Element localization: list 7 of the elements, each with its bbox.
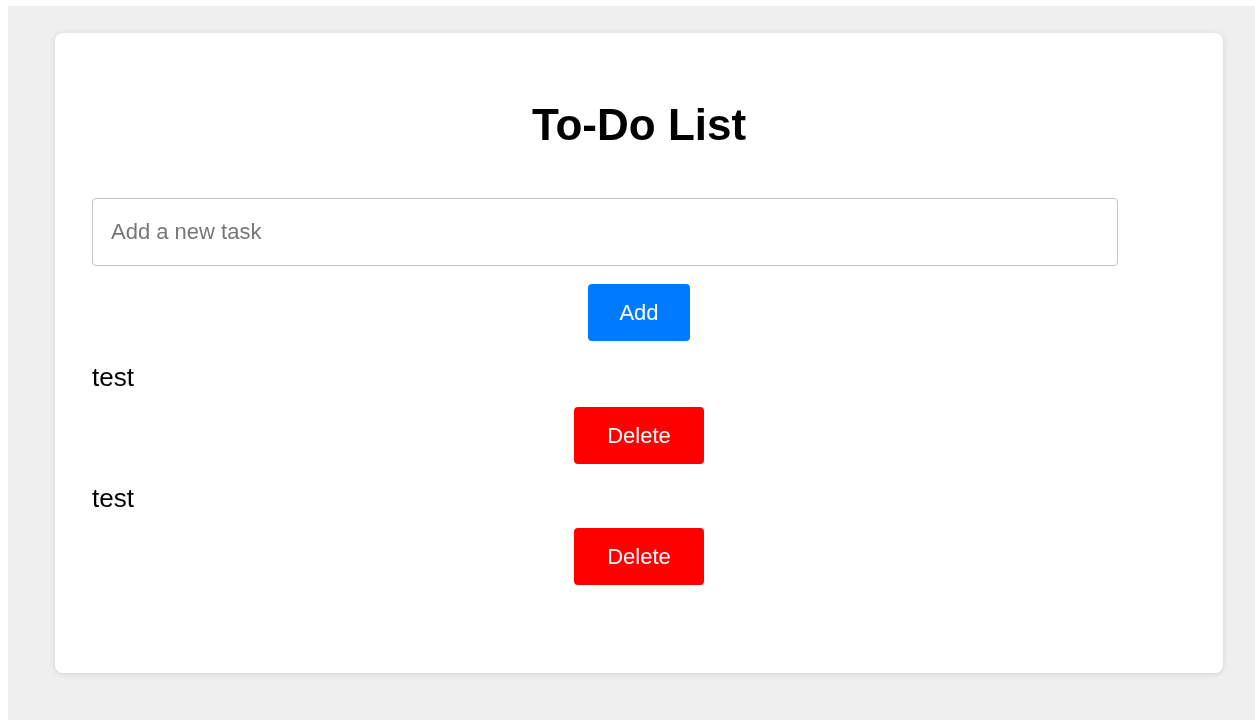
task-text: test	[92, 362, 134, 392]
page-title: To-Do List	[530, 99, 748, 151]
new-task-field[interactable]: Add a new task	[92, 198, 1118, 266]
delete-button[interactable]: Delete	[574, 528, 704, 585]
add-button[interactable]: Add	[588, 284, 690, 341]
delete-button[interactable]: Delete	[574, 407, 704, 464]
task-text: test	[92, 483, 134, 513]
